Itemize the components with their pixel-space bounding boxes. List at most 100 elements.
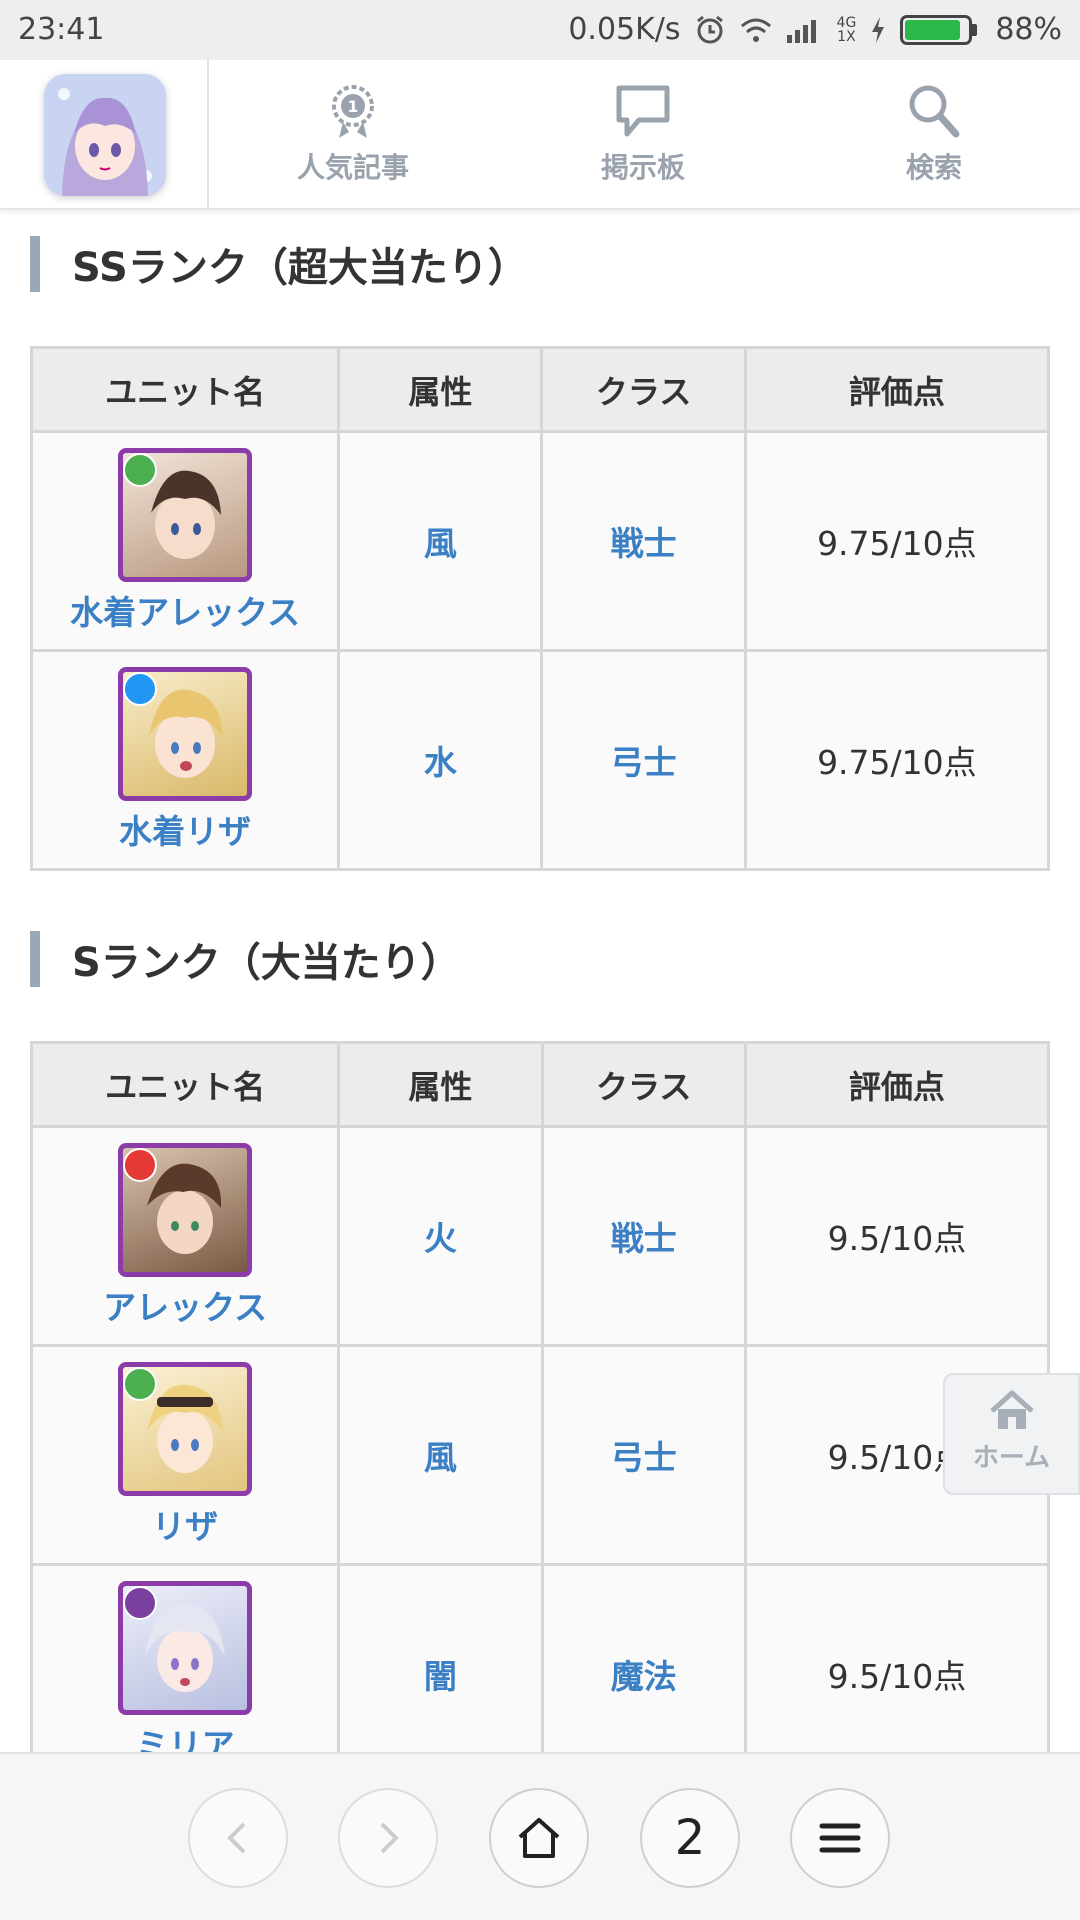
attribute-badge-icon (123, 1367, 158, 1401)
unit-cell[interactable]: 水着リザ (29, 649, 341, 871)
heading-accent-bar (30, 236, 40, 292)
section-title: Sランク（大当たり） (72, 940, 461, 986)
class-cell: 魔法 (540, 1563, 747, 1785)
section-title: SSランク（超大当たり） (72, 245, 528, 291)
wifi-icon (740, 18, 771, 42)
home-icon (989, 1390, 1034, 1429)
attribute-link[interactable]: 風 (424, 1438, 457, 1477)
score-value: 9.5/10点 (827, 1657, 967, 1696)
floating-home-button[interactable]: ホーム (943, 1373, 1080, 1495)
nav-forum-label: 掲示板 (600, 151, 685, 184)
menu-button[interactable] (790, 1788, 890, 1888)
attribute-badge-icon (123, 672, 158, 706)
unit-cell[interactable]: 水着アレックス (29, 430, 341, 652)
network-type: 4G 1X (837, 16, 857, 44)
class-link[interactable]: 弓士 (611, 743, 677, 782)
browser-home-button[interactable] (489, 1788, 589, 1888)
score-value: 9.5/10点 (827, 1219, 967, 1258)
signal-icon (786, 19, 816, 43)
attribute-badge-icon (123, 1586, 158, 1620)
section-heading: SSランク（超大当たり） (30, 224, 1050, 304)
status-bar: 23:41 0.05K/s 4G 1X 88% (0, 0, 1080, 60)
search-icon (909, 85, 960, 138)
attribute-cell: 水 (337, 649, 544, 871)
score-value: 9.75/10点 (817, 743, 977, 782)
battery-icon (900, 14, 978, 45)
network-sub-label: 1X (837, 28, 856, 45)
site-header: 1 人気記事 掲示板 検索 (0, 60, 1080, 210)
attribute-cell: 風 (337, 430, 544, 652)
unit-name-link[interactable]: アレックス (33, 1281, 337, 1329)
floating-home-label: ホーム (972, 1443, 1051, 1473)
table-header-row: ユニット名 属性 クラス 評価点 (29, 1041, 1051, 1128)
attribute-link[interactable]: 闇 (424, 1657, 457, 1696)
browser-toolbar: 2 (0, 1752, 1080, 1920)
unit-name-link[interactable]: 水着リザ (33, 805, 337, 853)
class-link[interactable]: 戦士 (611, 1219, 677, 1258)
unit-portrait[interactable] (118, 1581, 253, 1715)
site-logo[interactable] (44, 74, 166, 196)
header-class: クラス (540, 346, 747, 433)
unit-cell[interactable]: リザ (29, 1344, 341, 1566)
attribute-badge-icon (123, 1148, 158, 1182)
score-cell: 9.5/10点 (743, 1125, 1051, 1347)
nav-popular-articles[interactable]: 1 人気記事 (253, 82, 453, 186)
nav-search[interactable]: 検索 (834, 82, 1034, 186)
unit-portrait[interactable] (118, 448, 253, 582)
table-row: 水着リザ 水 弓士 9.75/10点 (29, 649, 1051, 871)
unit-portrait[interactable] (118, 1143, 253, 1277)
charging-icon (872, 16, 885, 43)
attribute-cell: 火 (337, 1125, 544, 1347)
home-outline-icon (518, 1818, 560, 1858)
table-row: 水着アレックス 風 戦士 9.75/10点 (29, 430, 1051, 652)
header-attribute: 属性 (337, 346, 544, 433)
score-cell: 9.75/10点 (743, 430, 1051, 652)
attribute-cell: 闇 (337, 1563, 544, 1785)
back-button[interactable] (188, 1788, 288, 1888)
class-cell: 戦士 (540, 1125, 747, 1347)
net-speed: 0.05K/s (568, 12, 681, 47)
nav-search-label: 検索 (905, 151, 962, 184)
score-cell: 9.5/10点 (743, 1563, 1051, 1785)
speech-bubble-icon (616, 85, 670, 137)
unit-portrait[interactable] (118, 1362, 253, 1496)
unit-cell[interactable]: ミリア (29, 1563, 341, 1785)
heading-accent-bar (30, 931, 40, 987)
rank-table-ss: ユニット名 属性 クラス 評価点 水着アレックス 風 戦士 9.75/10点 水… (29, 346, 1051, 871)
attribute-badge-icon (123, 453, 158, 487)
attribute-link[interactable]: 風 (424, 524, 457, 563)
nav-forum[interactable]: 掲示板 (543, 82, 743, 186)
attribute-link[interactable]: 水 (424, 743, 457, 782)
nav-popular-label: 人気記事 (296, 151, 409, 184)
unit-name-link[interactable]: 水着アレックス (33, 586, 337, 634)
header-divider (207, 60, 209, 210)
tab-count-button[interactable]: 2 (640, 1788, 740, 1888)
class-link[interactable]: 戦士 (611, 524, 677, 563)
chevron-left-icon (227, 1822, 246, 1854)
section-heading: Sランク（大当たり） (30, 919, 1050, 999)
class-link[interactable]: 弓士 (611, 1438, 677, 1477)
medal-icon: 1 (332, 85, 374, 138)
header-class: クラス (540, 1041, 747, 1128)
class-cell: 弓士 (540, 1344, 747, 1566)
hamburger-menu-icon (819, 1823, 861, 1853)
header-score: 評価点 (743, 346, 1051, 433)
table-row: リザ 風 弓士 9.5/10点 (29, 1344, 1051, 1566)
forward-button[interactable] (338, 1788, 438, 1888)
unit-name-link[interactable]: リザ (33, 1500, 337, 1548)
header-unit-name: ユニット名 (29, 346, 341, 433)
unit-portrait[interactable] (118, 667, 253, 801)
table-header-row: ユニット名 属性 クラス 評価点 (29, 346, 1051, 433)
score-value: 9.75/10点 (817, 524, 977, 563)
score-cell: 9.75/10点 (743, 649, 1051, 871)
header-unit-name: ユニット名 (29, 1041, 341, 1128)
attribute-link[interactable]: 火 (424, 1219, 457, 1258)
rank-table-s: ユニット名 属性 クラス 評価点 アレックス 火 戦士 9.5/10点 リザ 風… (29, 1041, 1051, 1785)
status-icons: 0.05K/s 4G 1X 88% (568, 12, 1062, 47)
table-row: アレックス 火 戦士 9.5/10点 (29, 1125, 1051, 1347)
status-time: 23:41 (18, 12, 105, 47)
main-content: SSランク（超大当たり） ユニット名 属性 クラス 評価点 水着アレックス 風 … (29, 212, 1051, 1785)
class-link[interactable]: 魔法 (611, 1657, 677, 1696)
unit-cell[interactable]: アレックス (29, 1125, 341, 1347)
class-cell: 戦士 (540, 430, 747, 652)
